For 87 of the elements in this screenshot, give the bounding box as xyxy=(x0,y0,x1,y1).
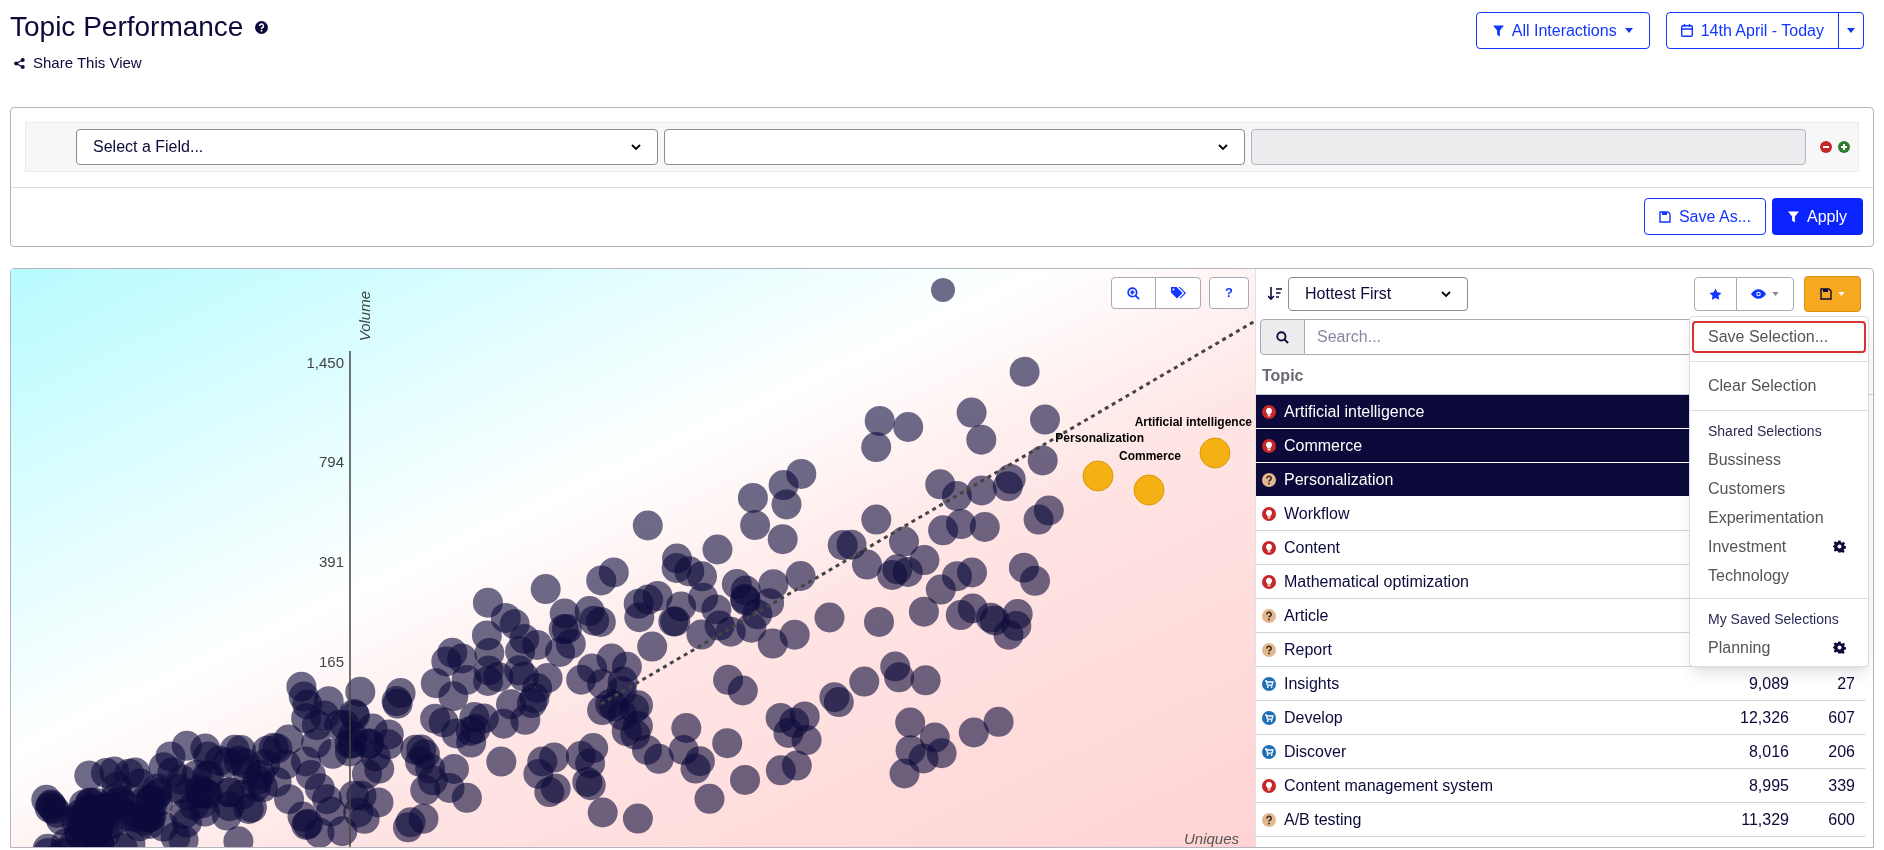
topic-name: Workflow xyxy=(1284,503,1350,524)
save-menu-button[interactable] xyxy=(1804,276,1861,312)
help-icon[interactable] xyxy=(255,20,269,34)
topic-name: Content management system xyxy=(1284,775,1493,796)
topic-name: A/B testing xyxy=(1284,809,1362,830)
share-link[interactable]: Share This View xyxy=(33,52,142,75)
topic-name: Commerce xyxy=(1284,435,1363,456)
table-cell-text: 339 xyxy=(1827,775,1856,796)
topic-name: Insights xyxy=(1284,673,1340,694)
axis-label: Uniques xyxy=(1183,830,1239,847)
zoom-in-icon xyxy=(1127,286,1140,300)
chevron-down-icon xyxy=(1218,143,1229,151)
table-cell-text: 11,329 xyxy=(1740,809,1789,830)
cart-icon xyxy=(1262,710,1276,725)
lightbulb-icon xyxy=(1262,438,1276,453)
axis-label: Volume xyxy=(356,291,373,342)
caret-icon xyxy=(1847,28,1855,33)
search-button[interactable] xyxy=(1260,319,1305,355)
axis-tick-label: 794 xyxy=(318,453,344,470)
filter-icon xyxy=(1787,210,1799,223)
filter-icon xyxy=(1492,24,1504,37)
chevron-down-icon xyxy=(630,143,641,151)
caret-icon xyxy=(1838,292,1845,296)
search-icon xyxy=(1276,330,1289,344)
page-title: Topic Performance xyxy=(10,10,244,44)
interactions-filter-button[interactable]: All Interactions xyxy=(1475,12,1650,49)
value-input[interactable] xyxy=(1251,129,1806,165)
lightbulb-icon xyxy=(1262,540,1276,555)
topic-name: Content xyxy=(1284,537,1341,558)
topic-name: Personalization xyxy=(1284,469,1394,490)
topic-name: Artificial intelligence xyxy=(1284,401,1425,422)
apply-button[interactable]: Apply xyxy=(1771,198,1863,235)
save-as-button[interactable]: Save As... xyxy=(1643,198,1766,235)
axis-tick-label: 391 xyxy=(318,553,344,570)
field-select[interactable]: Select a Field... xyxy=(76,129,658,165)
question-icon xyxy=(1262,608,1276,623)
sort-select[interactable]: Hottest First xyxy=(1288,277,1468,311)
lightbulb-icon xyxy=(1262,574,1276,589)
lightbulb-icon xyxy=(1262,404,1276,419)
axis-tick-label: 165 xyxy=(318,653,344,670)
star-icon xyxy=(1709,287,1722,301)
question-icon xyxy=(1262,472,1276,487)
topic-name: Report xyxy=(1284,639,1333,660)
menu-item[interactable]: Save Selection... xyxy=(1692,321,1866,353)
chevron-down-icon xyxy=(1441,290,1451,298)
operator-select[interactable] xyxy=(663,129,1246,165)
caret-icon xyxy=(1624,28,1633,33)
menu-item[interactable]: Experimentation xyxy=(1708,505,1824,530)
table-cell-text: 8,016 xyxy=(1747,741,1789,762)
calendar-icon xyxy=(1680,24,1693,37)
topic-name: Develop xyxy=(1284,707,1343,728)
menu-section-header: My Saved Selections xyxy=(1707,610,1840,629)
question-icon xyxy=(1262,642,1276,657)
table-cell-text: 600 xyxy=(1827,809,1856,830)
menu-item[interactable]: Planning xyxy=(1708,635,1771,660)
point-label: Artificial intelligence xyxy=(1134,415,1252,429)
table-cell-text: 9,089 xyxy=(1747,673,1789,694)
table-cell-text: 8,995 xyxy=(1747,775,1789,796)
table-cell-text: 27 xyxy=(1836,673,1856,694)
cart-icon xyxy=(1262,676,1276,691)
tags-icon xyxy=(1170,287,1186,299)
axis-tick-label: 1,450 xyxy=(306,354,344,371)
gear-icon[interactable] xyxy=(1833,641,1846,654)
table-cell-text: 607 xyxy=(1827,707,1856,728)
topic-name: Article xyxy=(1284,605,1329,626)
sort-icon xyxy=(1268,287,1282,301)
lightbulb-icon xyxy=(1262,778,1276,793)
remove-icon[interactable] xyxy=(1820,141,1832,153)
table-cell-text: 12,326 xyxy=(1739,707,1789,728)
gear-icon[interactable] xyxy=(1833,540,1846,553)
question-icon xyxy=(1262,812,1276,827)
column-header: Topic xyxy=(1262,366,1304,386)
lightbulb-icon xyxy=(1262,506,1276,521)
share-icon xyxy=(14,57,25,69)
add-icon[interactable] xyxy=(1838,141,1850,153)
topic-name: Mathematical optimization xyxy=(1284,571,1469,592)
menu-item[interactable]: Investment xyxy=(1708,534,1787,559)
eye-icon xyxy=(1751,289,1766,299)
menu-item[interactable]: Technology xyxy=(1708,563,1789,588)
date-range-button[interactable]: 14th April - Today xyxy=(1665,12,1864,49)
point-label: Commerce xyxy=(1118,449,1181,463)
chart-help-button[interactable]: ? xyxy=(1209,277,1249,309)
caret-icon xyxy=(1772,292,1779,296)
table-cell-text: 206 xyxy=(1827,741,1856,762)
point-label: Personalization xyxy=(1055,431,1144,445)
cart-icon xyxy=(1262,744,1276,759)
topic-name: Discover xyxy=(1284,741,1347,762)
